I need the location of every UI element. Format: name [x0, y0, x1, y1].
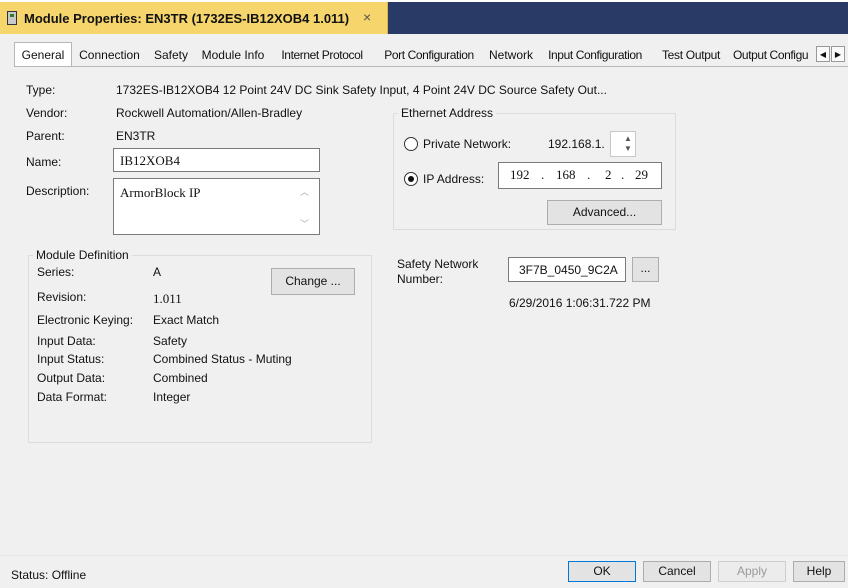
- ip-dot-2: .: [587, 167, 591, 182]
- parent-value: EN3TR: [116, 129, 156, 143]
- type-value: 1732ES-IB12XOB4 12 Point 24V DC Sink Saf…: [116, 83, 607, 97]
- name-field[interactable]: IB12XOB4: [113, 148, 320, 172]
- private-network-radio[interactable]: [404, 137, 418, 151]
- input-data-label: Input Data:: [37, 334, 96, 348]
- tab-general[interactable]: General: [14, 42, 72, 66]
- safety-network-timestamp: 6/29/2016 1:06:31.722 PM: [509, 296, 651, 310]
- tab-connection[interactable]: Connection: [73, 44, 146, 65]
- change-button[interactable]: Change ...: [271, 268, 355, 295]
- tab-test-output[interactable]: Test Output: [653, 44, 729, 65]
- output-data-value: Combined: [153, 371, 208, 385]
- ip-dot-1: .: [541, 167, 545, 182]
- ip-octet-1[interactable]: 192: [510, 167, 530, 183]
- private-network-prefix: 192.168.1.: [548, 137, 605, 151]
- input-data-value: Safety: [153, 334, 188, 348]
- vendor-label: Vendor:: [26, 106, 68, 120]
- status-text: Status: Offline: [11, 568, 87, 582]
- spinner-down-icon[interactable]: ▼: [624, 144, 632, 153]
- spinner-up-icon[interactable]: ▲: [624, 134, 632, 143]
- tab-module-info[interactable]: Module Info: [196, 44, 270, 65]
- electronic-keying-value: Exact Match: [153, 313, 220, 327]
- tab-network[interactable]: Network: [485, 44, 537, 65]
- scroll-down-icon[interactable]: ﹀: [300, 217, 309, 230]
- module-icon: [7, 11, 17, 25]
- data-format-label: Data Format:: [37, 390, 108, 404]
- revision-value: 1.011: [153, 291, 182, 306]
- electronic-keying-label: Electronic Keying:: [37, 313, 134, 327]
- safety-network-number-field[interactable]: 3F7B_0450_9C2A: [508, 257, 626, 282]
- module-definition-title: Module Definition: [33, 248, 132, 262]
- type-label: Type:: [26, 83, 56, 97]
- safety-network-number-value: 3F7B_0450_9C2A: [519, 263, 618, 277]
- revision-label: Revision:: [37, 290, 87, 304]
- close-icon[interactable]: ×: [363, 9, 371, 25]
- ip-dot-3: .: [621, 167, 625, 182]
- tab-output-configuration[interactable]: Output Configu: [730, 44, 816, 65]
- safety-network-label-line2: Number:: [397, 272, 444, 286]
- window-title: Module Properties: EN3TR (1732ES-IB12XOB…: [24, 11, 350, 26]
- input-status-label: Input Status:: [37, 352, 105, 366]
- ip-address-label: IP Address:: [423, 172, 485, 186]
- safety-network-browse-button[interactable]: ...: [632, 257, 659, 282]
- parent-label: Parent:: [26, 129, 65, 143]
- tab-strip: General Connection Safety Module Info In…: [14, 42, 846, 66]
- name-label: Name:: [26, 155, 62, 169]
- apply-button[interactable]: Apply: [718, 561, 786, 582]
- footer-separator: [0, 555, 848, 556]
- ip-octet-2[interactable]: 168: [556, 167, 576, 183]
- private-network-octet-spinner[interactable]: ▲ ▼: [610, 131, 636, 157]
- ip-address-field[interactable]: 192 . 168 . 2 . 29: [498, 162, 662, 189]
- scroll-right-icon[interactable]: ▶: [831, 46, 845, 62]
- cancel-button[interactable]: Cancel: [643, 561, 711, 582]
- description-field-value: ArmorBlock IP: [120, 185, 201, 200]
- description-label: Description:: [26, 184, 90, 198]
- ip-octet-4[interactable]: 29: [635, 167, 648, 183]
- safety-network-label-line1: Safety Network: [397, 257, 479, 271]
- series-label: Series:: [37, 265, 75, 279]
- scroll-up-icon[interactable]: ︿: [300, 185, 309, 198]
- ok-button[interactable]: OK: [568, 561, 636, 582]
- tab-internet-protocol[interactable]: Internet Protocol: [271, 44, 373, 65]
- ethernet-address-title: Ethernet Address: [398, 106, 497, 120]
- ip-octet-3[interactable]: 2: [605, 167, 612, 183]
- name-field-value: IB12XOB4: [120, 153, 180, 168]
- data-format-value: Integer: [153, 390, 191, 404]
- ip-address-radio[interactable]: [404, 172, 418, 186]
- series-value: A: [153, 265, 162, 279]
- tab-safety[interactable]: Safety: [147, 44, 195, 65]
- document-tab[interactable]: Module Properties: EN3TR (1732ES-IB12XOB…: [0, 2, 388, 34]
- advanced-button[interactable]: Advanced...: [547, 200, 662, 225]
- input-status-value: Combined Status - Muting: [153, 352, 292, 366]
- title-bar-background: [388, 2, 848, 34]
- scroll-left-icon[interactable]: ◀: [816, 46, 830, 62]
- output-data-label: Output Data:: [37, 371, 106, 385]
- tab-port-configuration[interactable]: Port Configuration: [374, 44, 484, 65]
- tab-scroll-buttons: ◀ ▶: [816, 46, 846, 62]
- private-network-label: Private Network:: [423, 137, 512, 151]
- vendor-value: Rockwell Automation/Allen-Bradley: [116, 106, 303, 120]
- help-button[interactable]: Help: [793, 561, 845, 582]
- tab-input-configuration[interactable]: Input Configuration: [538, 44, 652, 65]
- description-field[interactable]: ArmorBlock IP ︿ ﹀: [113, 178, 320, 235]
